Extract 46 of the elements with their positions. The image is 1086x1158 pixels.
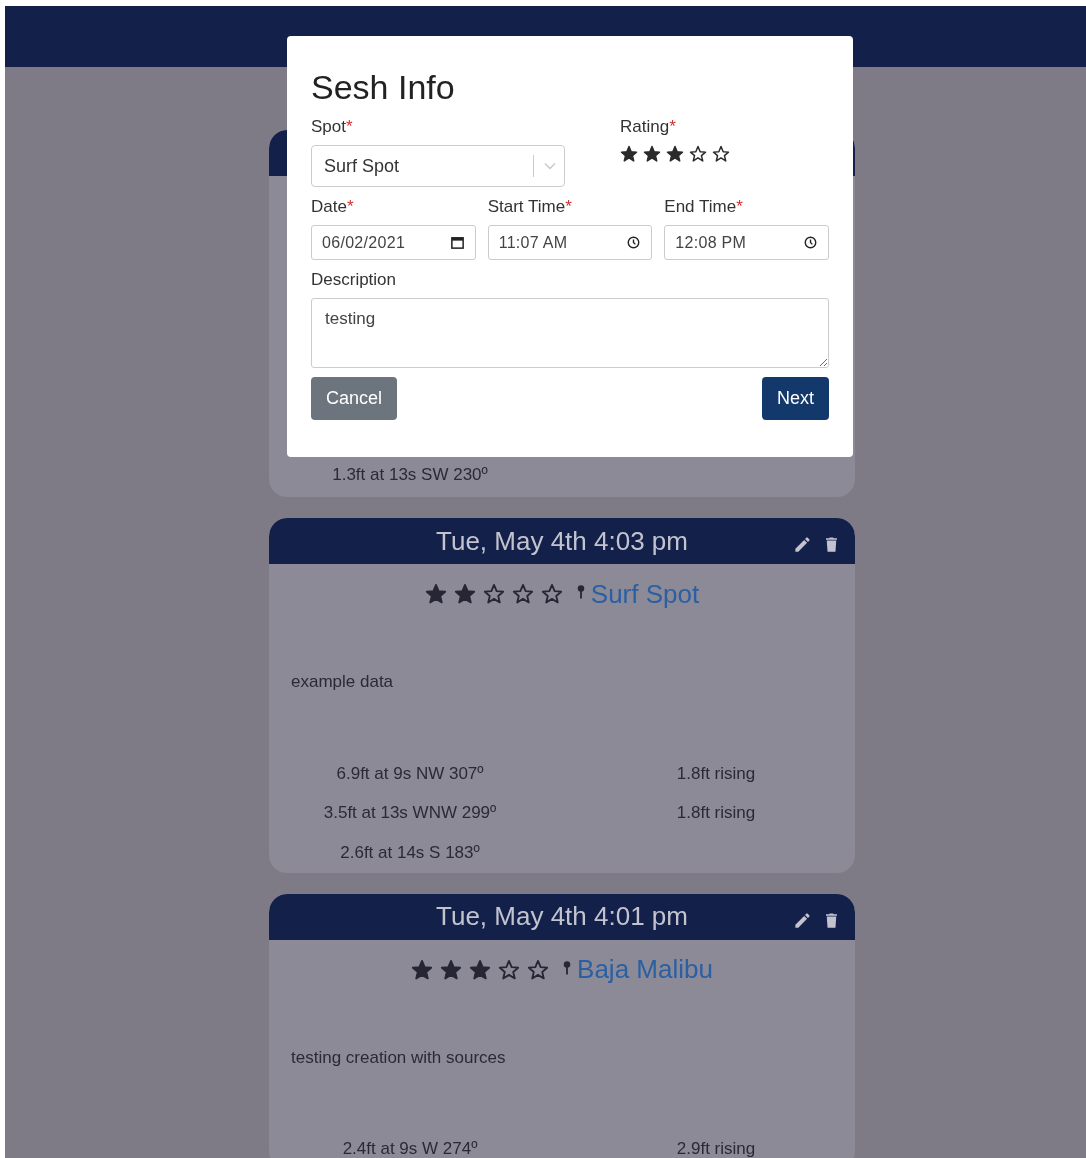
filled-star-icon[interactable]: [620, 145, 638, 163]
session-description: example data: [291, 672, 395, 692]
empty-star-icon: [540, 583, 563, 605]
swell-reading: 6.9ft at 9s NW 307º: [336, 763, 484, 784]
time-field[interactable]: 12:08 PM: [664, 225, 829, 260]
empty-star-icon[interactable]: [712, 145, 730, 163]
next-button[interactable]: Next: [762, 377, 829, 420]
dialog-title: Sesh Info: [311, 68, 456, 107]
empty-star-icon: [527, 958, 550, 981]
calendar-icon[interactable]: [449, 235, 465, 250]
swell-reading: 1.3ft at 13s SW 230º: [332, 465, 488, 485]
time-field[interactable]: 11:07 AM: [487, 225, 653, 260]
spot-select[interactable]: Surf Spot: [311, 145, 565, 187]
field-label: Rating*: [620, 117, 677, 137]
tide-reading: 1.8ft rising: [676, 763, 756, 784]
empty-star-icon: [482, 583, 505, 605]
pencil-icon[interactable]: [793, 535, 812, 554]
field-label: Spot*: [311, 117, 354, 137]
empty-star-icon: [511, 583, 534, 605]
session-title: Tue, May 4th 4:01 pm: [436, 901, 688, 932]
empty-star-icon[interactable]: [689, 145, 707, 163]
filled-star-icon: [453, 583, 476, 605]
chevron-down-icon: [544, 162, 556, 170]
cancel-button[interactable]: Cancel: [311, 377, 398, 420]
field-label: Start Time*: [487, 197, 573, 217]
filled-star-icon[interactable]: [643, 145, 661, 163]
tide-reading: 1.8ft rising: [676, 803, 756, 824]
description-field[interactable]: testing: [311, 298, 829, 368]
filled-star-icon: [424, 583, 447, 605]
session-title: Tue, May 4th 4:03 pm: [436, 525, 688, 557]
swell-reading: 2.4ft at 9s W 274º: [342, 1139, 478, 1158]
date-field[interactable]: 06/02/2021: [311, 225, 476, 260]
session-description: testing creation with sources: [291, 1047, 507, 1068]
field-label: Date*: [311, 197, 355, 217]
swell-reading: 3.5ft at 13s WNW 299º: [323, 803, 497, 824]
tide-reading: 2.9ft rising: [676, 1139, 756, 1158]
clock-icon[interactable]: [626, 235, 642, 250]
field-label: Description: [311, 270, 398, 290]
empty-star-icon: [498, 958, 521, 981]
swell-reading: 2.6ft at 14s S 183º: [340, 842, 480, 863]
filled-star-icon: [411, 958, 434, 981]
field-label: End Time*: [664, 197, 744, 217]
filled-star-icon: [440, 958, 463, 981]
filled-star-icon: [469, 958, 492, 981]
filled-star-icon[interactable]: [666, 145, 684, 163]
clock-icon[interactable]: [803, 235, 818, 250]
